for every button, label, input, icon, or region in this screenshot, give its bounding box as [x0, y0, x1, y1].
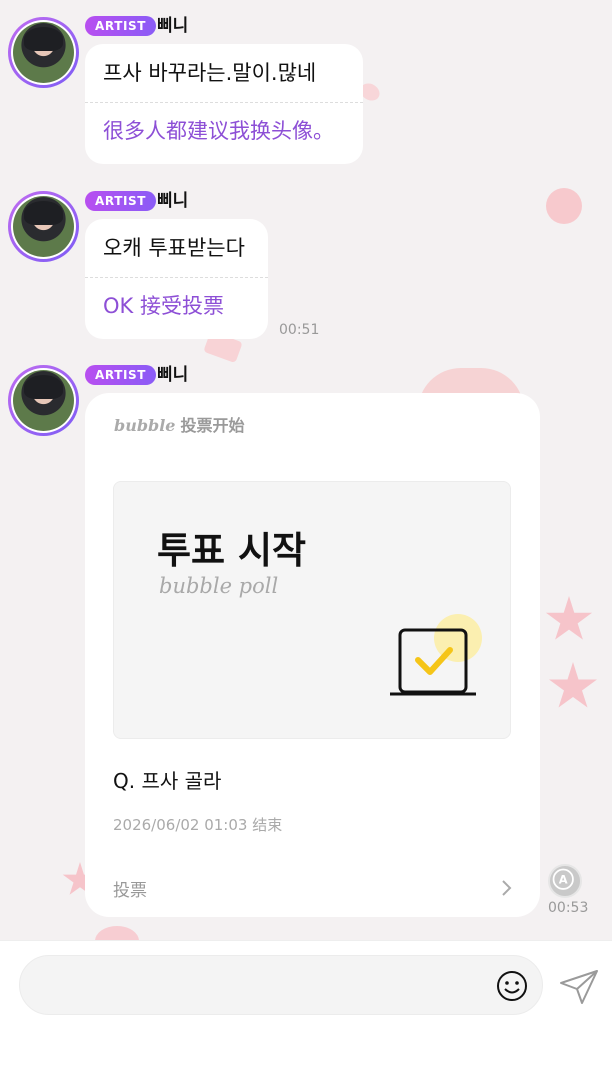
- laptop-check-icon: [390, 614, 482, 696]
- vote-label: 投票: [113, 881, 147, 901]
- translate-icon[interactable]: A: [548, 864, 582, 898]
- vote-button[interactable]: 投票: [85, 868, 540, 908]
- artist-badge: ARTIST: [85, 191, 157, 211]
- poll-header: bubble 投票开始: [114, 412, 245, 436]
- message-text: 프사 바꾸라는.말이.많네: [103, 61, 317, 85]
- poll-end-time: 2026/06/02 01:03 结束: [113, 816, 283, 834]
- message-bubble[interactable]: 오캐 투표받는다 OK 接受投票: [85, 219, 268, 339]
- avatar[interactable]: [8, 365, 79, 436]
- poll-title: 투표 시작: [157, 529, 307, 572]
- smiley-icon[interactable]: [495, 969, 529, 1003]
- paper-plane-icon[interactable]: [558, 965, 600, 1007]
- svg-text:A: A: [559, 873, 568, 887]
- artist-badge: ARTIST: [85, 16, 157, 36]
- translation-text: OK 接受投票: [103, 294, 224, 318]
- wallpaper-decoration: [546, 188, 582, 224]
- message-bubble[interactable]: 프사 바꾸라는.말이.많네 很多人都建议我换头像。: [85, 44, 363, 164]
- avatar[interactable]: [8, 17, 79, 88]
- poll-header-title: 投票开始: [180, 416, 245, 435]
- artist-badge: ARTIST: [85, 365, 157, 385]
- message-input-bar: [0, 940, 612, 1080]
- translation-text: 很多人都建议我换头像。: [103, 119, 334, 143]
- poll-card[interactable]: bubble 投票开始 투표 시작 bubble poll Q. 프사 골라 2…: [85, 393, 540, 917]
- poll-question: Q. 프사 골라: [113, 769, 222, 793]
- bubble-logo: bubble: [114, 416, 176, 435]
- message-time: 00:53: [548, 900, 589, 916]
- star-decoration: [545, 596, 593, 640]
- poll-banner: 투표 시작 bubble poll: [113, 481, 511, 739]
- sender-name: 삐니: [157, 16, 189, 36]
- star-decoration: [549, 662, 597, 708]
- message-text: 오캐 투표받는다: [103, 236, 245, 260]
- wallpaper-decoration: [95, 926, 139, 940]
- message-input[interactable]: [19, 955, 543, 1015]
- avatar[interactable]: [8, 191, 79, 262]
- poll-subtitle: bubble poll: [159, 574, 279, 598]
- chevron-right-icon: [502, 880, 512, 896]
- sender-name: 삐니: [157, 191, 189, 211]
- sender-name: 삐니: [157, 365, 189, 385]
- message-time: 00:51: [279, 322, 320, 338]
